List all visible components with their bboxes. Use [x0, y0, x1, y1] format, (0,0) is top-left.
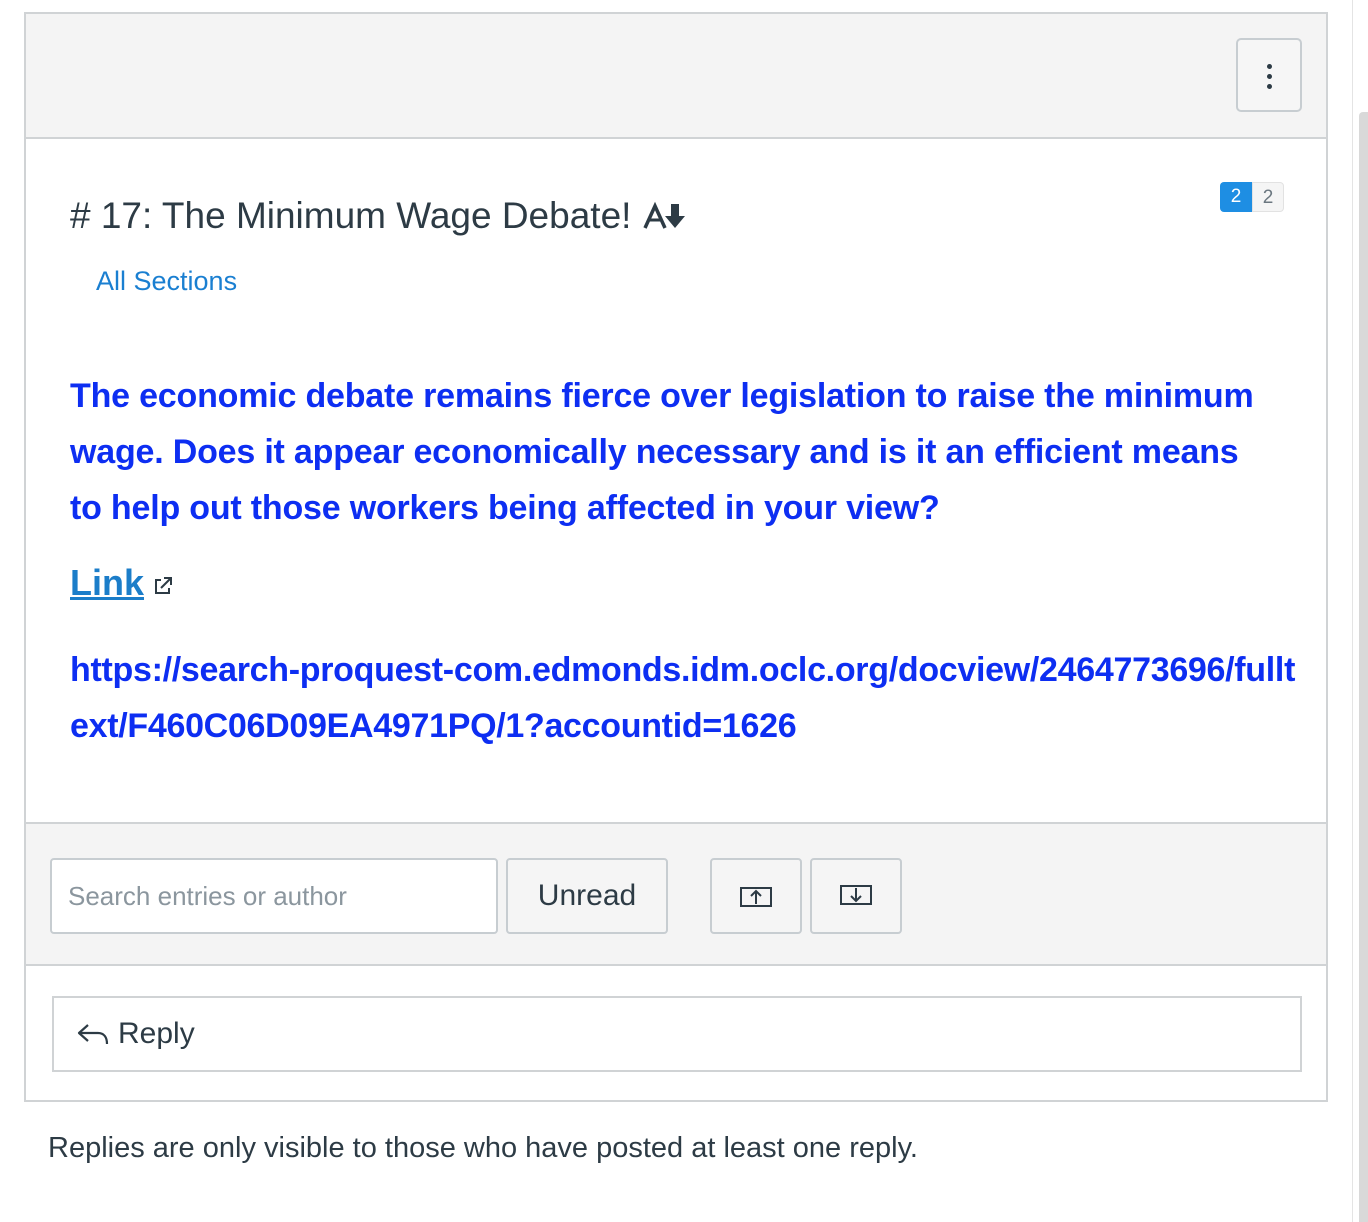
reply-arrow-icon — [77, 1024, 109, 1045]
article-url[interactable]: https://search-proquest-com.edmonds.idm.… — [70, 642, 1310, 754]
post-counts: 2 2 — [1220, 182, 1284, 212]
external-link[interactable]: Link — [70, 562, 144, 604]
total-count-badge: 2 — [1252, 182, 1284, 212]
external-link-icon — [155, 577, 173, 594]
collapse-threads-button[interactable] — [710, 858, 802, 934]
unread-filter-label: Unread — [537, 879, 637, 912]
replies-visibility-note: Replies are only visible to those who ha… — [48, 1132, 918, 1164]
kebab-menu-dot — [1267, 84, 1272, 89]
kebab-menu-icon — [1267, 64, 1272, 69]
expand-threads-icon — [840, 885, 872, 905]
topic-title: # 17: The Minimum Wage Debate! — [70, 195, 632, 236]
unread-count-badge: 2 — [1220, 182, 1252, 212]
scrollbar-thumb[interactable] — [1359, 112, 1368, 1222]
kebab-menu-dot — [1267, 74, 1272, 79]
link-row: Link — [70, 562, 174, 604]
discussion-panel: # 17: The Minimum Wage Debate! 2 2 All S… — [24, 12, 1328, 1102]
subscribe-sort-icon[interactable] — [643, 200, 689, 232]
collapse-threads-icon — [740, 887, 772, 907]
discussion-toolbar: Unread — [26, 822, 1326, 966]
discussion-header-bar — [26, 14, 1326, 139]
expand-threads-button[interactable] — [810, 858, 902, 934]
search-input[interactable] — [50, 858, 498, 934]
reply-label: Reply — [118, 1017, 195, 1050]
reply-button[interactable]: Reply — [52, 996, 1302, 1072]
settings-menu-button[interactable] — [1236, 38, 1302, 112]
discussion-prompt: The economic debate remains fierce over … — [70, 377, 1254, 527]
topic-title-row: # 17: The Minimum Wage Debate! — [70, 191, 689, 241]
sections-link[interactable]: All Sections — [96, 266, 237, 297]
unread-filter-button[interactable]: Unread — [506, 858, 668, 934]
